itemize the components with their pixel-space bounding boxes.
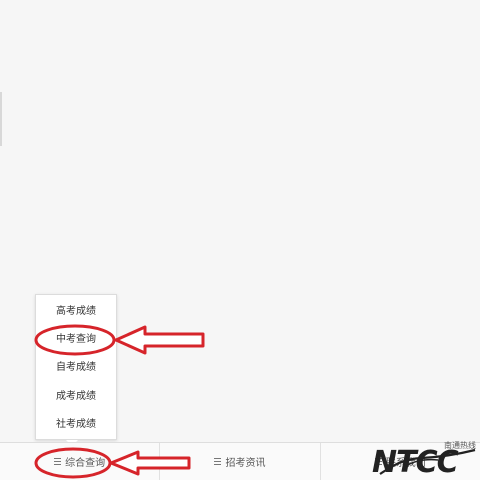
- tab-label: 联系我们: [385, 458, 426, 469]
- tab-general-query[interactable]: 综合查询: [0, 443, 161, 480]
- app-screen: 高考成绩 中考查询 自考成绩 成考成绩 社考成绩 综合查询 招考资讯 联系我们 …: [0, 0, 480, 480]
- menu-item-shekao-score[interactable]: 社考成绩: [36, 411, 116, 439]
- menu-item-zhongkao-query[interactable]: 中考查询: [36, 326, 116, 354]
- menu-lines-icon: [374, 458, 382, 465]
- tab-label: 综合查询: [65, 458, 106, 469]
- bottom-navigation-bar: 综合查询 招考资讯 联系我们: [0, 442, 480, 480]
- tab-contact-us[interactable]: 联系我们: [321, 443, 480, 480]
- menu-item-chengkao-score[interactable]: 成考成绩: [36, 383, 116, 411]
- arrow-annotation-zhongkao: [114, 325, 205, 355]
- menu-item-zikao-score[interactable]: 自考成绩: [36, 354, 116, 382]
- tab-label: 招考资讯: [225, 458, 266, 469]
- query-popup-menu: 高考成绩 中考查询 自考成绩 成考成绩 社考成绩: [35, 294, 117, 440]
- menu-lines-icon: [54, 458, 62, 465]
- left-scroll-edge: [0, 92, 2, 146]
- menu-lines-icon: [214, 458, 222, 465]
- menu-item-gaokao-score[interactable]: 高考成绩: [36, 298, 116, 326]
- tab-admission-news[interactable]: 招考资讯: [160, 443, 321, 480]
